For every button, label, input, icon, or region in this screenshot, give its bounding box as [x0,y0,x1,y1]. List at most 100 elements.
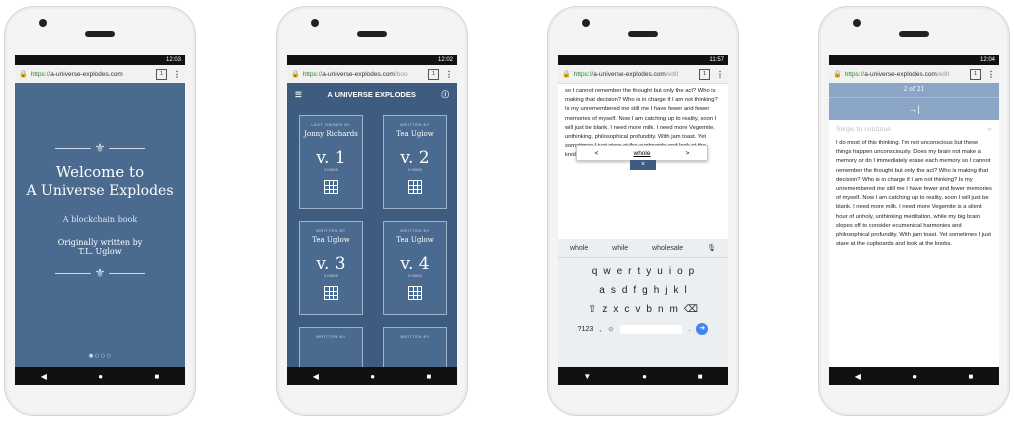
key[interactable]: n [658,304,664,315]
backspace-key[interactable]: ⌫ [684,304,698,315]
phone-4: 12:04 🔒 https://a-universe-explodes.com/… [818,6,1010,416]
url-text[interactable]: https://a-universe-explodes.com/edit [574,71,695,78]
key[interactable]: h [654,285,660,296]
next-word-button[interactable]: > [686,150,690,157]
credit-line-1: Originally written by [57,238,143,247]
speaker [899,31,929,37]
key[interactable]: b [646,304,652,315]
key-row-4: ?123 , ☺ . ➜ [558,323,728,335]
status-time: 12:02 [437,57,453,63]
volume-card[interactable]: WRITTEN BY Tea Uglow v. 4 0 OWNS [383,221,447,315]
card-volume: v. 4 [400,254,430,274]
key[interactable]: x [613,304,618,315]
menu-icon[interactable]: ⋮ [173,70,181,79]
card-label: WRITTEN BY [316,228,346,233]
key[interactable]: w [603,266,610,277]
recent-button[interactable]: ■ [154,372,159,381]
recent-button[interactable]: ■ [426,372,431,381]
emoji-icon[interactable]: ☺ [607,326,614,333]
comma-key[interactable]: , [599,326,601,333]
home-button[interactable]: ● [912,372,917,381]
enter-key[interactable]: ➜ [696,323,709,335]
key[interactable]: g [642,285,648,296]
camera [39,19,47,27]
status-bar: 12:04 [829,55,999,65]
next-page-button[interactable]: →| [829,97,999,120]
key[interactable]: u [657,266,663,277]
reader-text[interactable]: I do most of this thinking. I'm not unco… [829,133,999,253]
card-owns: 0 OWNS [324,274,338,278]
url-text[interactable]: https://a-universe-explodes.com [31,71,152,78]
key[interactable]: y [646,266,651,277]
tab-count-button[interactable]: 1 [970,68,981,80]
menu-icon[interactable]: ⋮ [716,70,724,79]
home-button[interactable]: ● [642,372,647,381]
key[interactable]: d [622,285,628,296]
back-button[interactable]: ◀ [855,372,861,381]
suggestion-1[interactable]: whole [570,245,588,252]
home-button[interactable]: ● [370,372,375,381]
prev-word-button[interactable]: < [595,150,599,157]
key[interactable]: t [638,266,641,277]
shift-key[interactable]: ⇧ [588,304,596,315]
key[interactable]: c [624,304,629,315]
camera [311,19,319,27]
key[interactable]: e [617,266,623,277]
key[interactable]: v [635,304,640,315]
key[interactable]: q [592,266,598,277]
key[interactable]: p [689,266,695,277]
url-bar[interactable]: 🔒 https://a-universe-explodes.com/boo 1 … [287,65,457,84]
card-author: Jonny Richards [304,130,358,138]
popup-word[interactable]: whole [634,150,651,157]
space-bar[interactable] [620,324,683,334]
suggestion-3[interactable]: wholesale [652,245,683,252]
key[interactable]: i [669,266,671,277]
tab-count-button[interactable]: 1 [156,68,167,80]
key[interactable]: k [674,285,679,296]
back-button[interactable]: ◀ [41,372,47,381]
suggestion-2[interactable]: while [612,245,628,252]
home-button[interactable]: ● [98,372,103,381]
key[interactable]: l [685,285,687,296]
menu-icon[interactable]: ⋮ [987,70,995,79]
url-bar[interactable]: 🔒 https://a-universe-explodes.com 1 ⋮ [15,65,185,84]
lock-icon: 🔒 [19,71,28,78]
swipe-hint: Swipe to continue ∞ [829,120,999,133]
volume-card[interactable]: WRITTEN BY Tea Uglow v. 2 0 OWNS [383,115,447,209]
library-screen: ☰ A UNIVERSE EXPLODES ⓘ LAST OWNED BY Jo… [287,83,457,385]
card-author: Tea Uglow [396,236,434,244]
volume-card[interactable]: LAST OWNED BY Jonny Richards v. 1 2 OWNS [299,115,363,209]
screen: 12:04 🔒 https://a-universe-explodes.com/… [829,55,999,385]
info-icon[interactable]: ⓘ [441,89,449,100]
key[interactable]: z [602,304,607,315]
status-bar: 12:02 [287,55,457,65]
mic-icon[interactable]: 🎙 [707,244,716,252]
hamburger-icon[interactable]: ☰ [295,90,302,99]
key[interactable]: s [611,285,616,296]
keyboard-down-button[interactable]: ▼ [583,372,591,381]
key[interactable]: r [628,266,631,277]
menu-icon[interactable]: ⋮ [445,70,453,79]
symbols-key[interactable]: ?123 [578,326,594,333]
key[interactable]: j [665,285,667,296]
key[interactable]: f [633,285,636,296]
volume-card[interactable]: WRITTEN BY Tea Uglow v. 3 0 OWNS [299,221,363,315]
key[interactable]: a [599,285,605,296]
back-button[interactable]: ◀ [313,372,319,381]
close-popup-button[interactable]: × [630,160,656,170]
url-bar[interactable]: 🔒 https://a-universe-explodes.com/edit 1… [558,65,728,84]
phone-2: 12:02 🔒 https://a-universe-explodes.com/… [276,6,468,416]
recent-button[interactable]: ■ [968,372,973,381]
recent-button[interactable]: ■ [698,372,703,381]
url-text[interactable]: https://a-universe-explodes.com/boo [303,71,424,78]
key[interactable]: m [670,304,678,315]
page-dots[interactable]: ● ○ ○ ○ [15,353,185,359]
key[interactable]: o [677,266,683,277]
url-text[interactable]: https://a-universe-explodes.com/edit [845,71,966,78]
ornament-bottom: ⚜ [15,266,185,280]
tab-count-button[interactable]: 1 [699,68,710,80]
suggestion-bar: whole while wholesale 🎙 [558,239,728,258]
tab-count-button[interactable]: 1 [428,68,439,80]
url-bar[interactable]: 🔒 https://a-universe-explodes.com/edit 1… [829,65,999,84]
period-key[interactable]: . [688,326,690,333]
